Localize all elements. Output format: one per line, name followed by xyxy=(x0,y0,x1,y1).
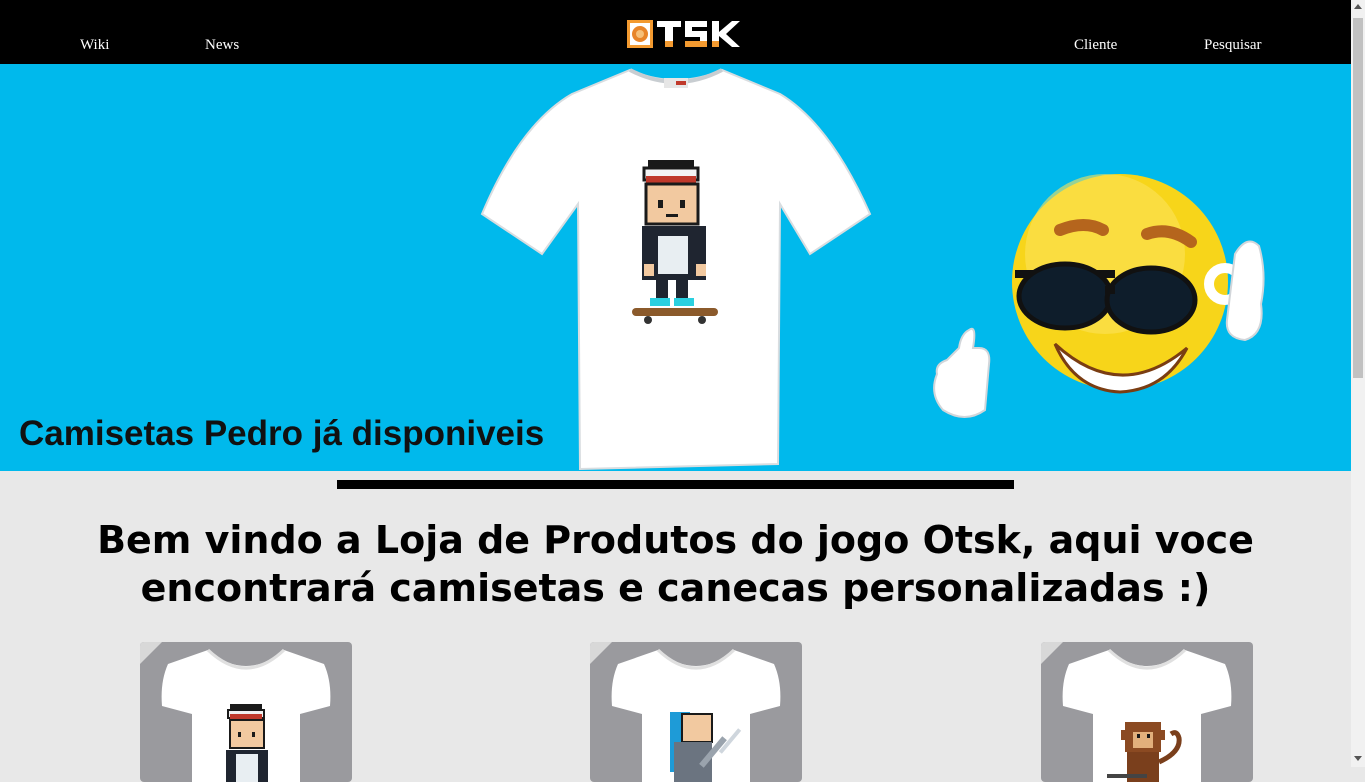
product-tshirt-swordsman-image xyxy=(590,642,781,782)
product-tshirt-pedro-image xyxy=(140,642,331,782)
welcome-line-1: Bem vindo a Loja de Produtos do jogo Ots… xyxy=(97,518,1254,562)
product-card-pedro[interactable] xyxy=(140,642,352,782)
scroll-down-arrow-icon[interactable] xyxy=(1354,756,1362,761)
product-card-swordsman[interactable] xyxy=(590,642,802,782)
hero-caption: Camisetas Pedro já disponiveis xyxy=(19,414,545,453)
scroll-up-arrow-icon[interactable] xyxy=(1354,4,1362,9)
page-scrollbar[interactable] xyxy=(1351,0,1365,767)
smiley-sunglasses-image xyxy=(933,174,1265,418)
section-divider xyxy=(337,480,1014,489)
hero-banner[interactable]: Camisetas Pedro já disponiveis xyxy=(0,64,1351,471)
hero-tshirt-image xyxy=(480,68,872,471)
welcome-heading: Bem vindo a Loja de Produtos do jogo Ots… xyxy=(0,516,1351,612)
nav-link-news[interactable]: News xyxy=(205,36,239,54)
otsk-logo[interactable] xyxy=(625,18,743,50)
scroll-thumb[interactable] xyxy=(1353,18,1363,378)
product-card-monkey[interactable] xyxy=(1041,642,1253,782)
nav-link-wiki[interactable]: Wiki xyxy=(80,36,109,54)
top-navigation-bar: Wiki News Cliente Pesquisar xyxy=(0,0,1351,64)
nav-link-pesquisar[interactable]: Pesquisar xyxy=(1204,36,1262,54)
welcome-line-2: encontrará camisetas e canecas personali… xyxy=(140,566,1211,610)
product-tshirt-monkey-image xyxy=(1041,642,1232,782)
nav-link-cliente[interactable]: Cliente xyxy=(1074,36,1117,54)
